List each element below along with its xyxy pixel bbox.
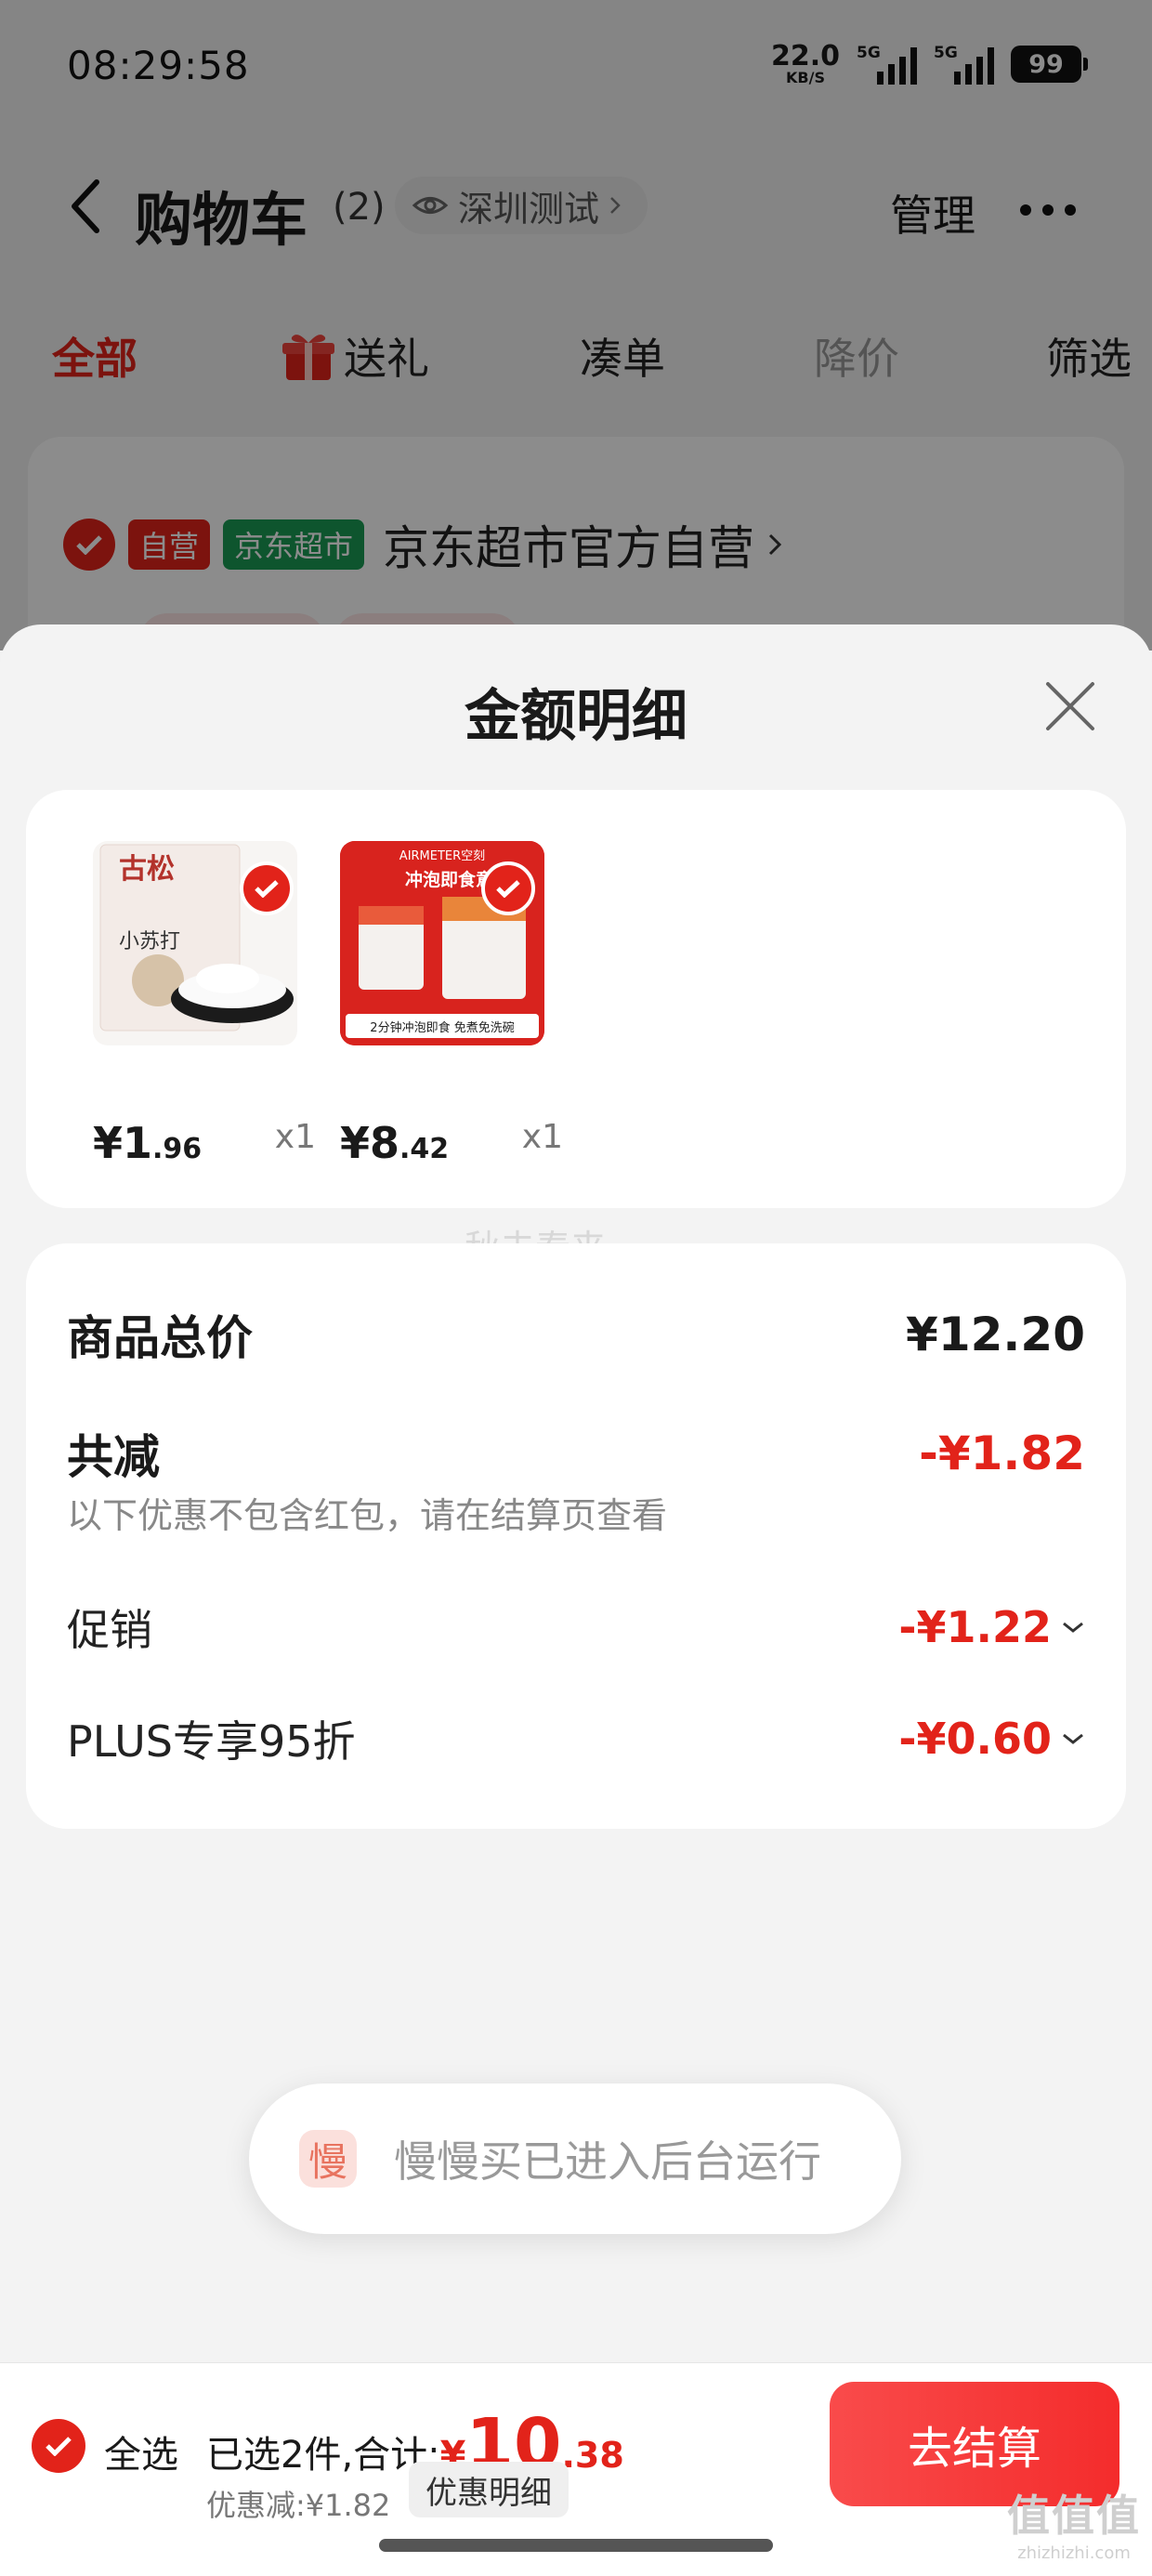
price-integer: ¥8 — [340, 1118, 400, 1168]
price-decimal: .96 — [152, 1133, 203, 1165]
item-quantity: x1 — [274, 1118, 316, 1156]
total-reduction-row: 共减 -¥1.82 — [67, 1420, 1085, 1487]
promotion-value: -¥1.22 — [898, 1602, 1052, 1652]
select-all-label[interactable]: 全选 — [104, 2425, 178, 2478]
promotion-value-group[interactable]: -¥1.22 — [898, 1602, 1085, 1652]
item-quantity: x1 — [521, 1118, 563, 1156]
checkmark-icon — [496, 880, 520, 898]
site-watermark-url: zhizhizhi.com — [1017, 2543, 1131, 2563]
caption-text: 2分钟冲泡即食 免煮免洗碗 — [370, 1020, 514, 1035]
checkmark-icon — [46, 2437, 72, 2456]
total-decimal: .38 — [561, 2435, 624, 2476]
total-price-label: 商品总价 — [67, 1311, 253, 1365]
toast-message: 慢慢买已进入后台运行 — [394, 2136, 821, 2187]
total-reduction-label: 共减 — [67, 1430, 160, 1484]
item-checkbox[interactable] — [481, 861, 535, 915]
item-checkbox[interactable] — [240, 861, 294, 915]
pack-text: 小苏打 — [119, 930, 180, 953]
home-indicator[interactable] — [379, 2539, 773, 2552]
product-image-instant-food: AIRMETER空刻 冲泡即食意面 2分钟冲泡即食 免煮免洗碗 — [340, 841, 544, 1045]
checkmark-icon — [255, 880, 279, 898]
amount-detail-sheet: 金额明细 古松 小苏打 ¥1 .96 x1 AIRMETER空刻 冲泡即食意面 … — [0, 624, 1152, 2362]
site-watermark: 值值值 zhizhizhi.com — [1007, 2482, 1141, 2563]
modal-backdrop[interactable] — [0, 0, 1152, 651]
cart-item[interactable]: 古松 小苏打 ¥1 .96 x1 — [93, 841, 316, 1168]
select-all-checkbox[interactable] — [32, 2419, 85, 2473]
discount-summary: 优惠减:¥1.82 — [206, 2488, 391, 2523]
reduction-note: 以下优惠不包含红包，请在结算页查看 — [67, 1495, 668, 1536]
price-decimal: .42 — [399, 1133, 450, 1165]
chevron-down-icon — [1063, 1733, 1083, 1744]
price-integer: ¥1 — [93, 1118, 153, 1168]
sheet-title: 金额明细 — [465, 684, 687, 749]
discount-detail-button[interactable]: 优惠明细 — [409, 2462, 569, 2517]
site-watermark-logo: 值值值 — [1007, 2491, 1141, 2541]
cart-item[interactable]: AIRMETER空刻 冲泡即食意面 2分钟冲泡即食 免煮免洗碗 ¥8 .42 x… — [340, 841, 563, 1168]
total-reduction-value: -¥1.82 — [919, 1426, 1085, 1480]
close-icon[interactable] — [1042, 678, 1098, 734]
plus-discount-row[interactable]: PLUS专享95折 -¥0.60 — [67, 1708, 1085, 1769]
brand-text: AIRMETER空刻 — [399, 849, 485, 863]
total-price-row: 商品总价 ¥12.20 — [67, 1301, 1085, 1368]
plus-discount-value: -¥0.60 — [898, 1714, 1052, 1764]
item-price: ¥8 .42 x1 — [340, 1118, 563, 1168]
total-price-value: ¥12.20 — [906, 1308, 1085, 1361]
reduction-note-row: 以下优惠不包含红包，请在结算页查看 — [67, 1487, 1085, 1538]
price-summary-card: 商品总价 ¥12.20 共减 -¥1.82 以下优惠不包含红包，请在结算页查看 … — [26, 1243, 1126, 1829]
selected-count-text: 已选2件,合计: — [206, 2434, 440, 2477]
promotion-row[interactable]: 促销 -¥1.22 — [67, 1597, 1085, 1658]
chevron-down-icon — [1063, 1622, 1083, 1633]
plus-discount-label: PLUS专享95折 — [67, 1716, 356, 1767]
selected-items-card: 古松 小苏打 ¥1 .96 x1 AIRMETER空刻 冲泡即食意面 2分钟冲泡… — [26, 790, 1126, 1208]
item-price: ¥1 .96 x1 — [93, 1118, 316, 1168]
svg-text:古松: 古松 — [119, 853, 175, 886]
app-logo-icon: 慢 — [299, 2130, 357, 2188]
plus-discount-value-group[interactable]: -¥0.60 — [898, 1714, 1085, 1764]
background-running-toast: 慢 慢慢买已进入后台运行 — [249, 2083, 901, 2234]
promotion-label: 促销 — [67, 1605, 152, 1655]
product-image-baking-soda: 古松 小苏打 — [93, 841, 297, 1045]
